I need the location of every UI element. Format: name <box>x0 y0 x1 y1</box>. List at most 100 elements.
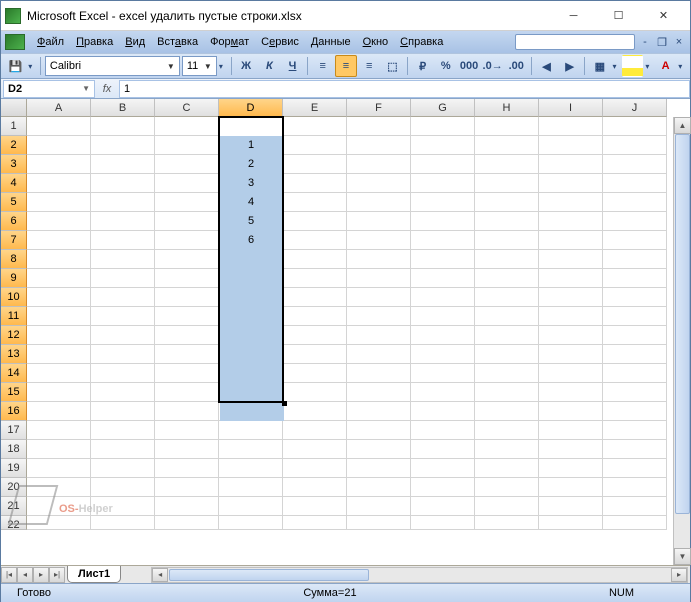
cell[interactable] <box>411 345 475 364</box>
horizontal-scroll-thumb[interactable] <box>169 569 369 581</box>
cell[interactable] <box>411 497 475 516</box>
cell[interactable] <box>91 231 155 250</box>
decrease-indent-button[interactable]: ◀ <box>536 55 557 77</box>
cell[interactable] <box>539 364 603 383</box>
column-header[interactable]: H <box>475 99 539 117</box>
cell[interactable] <box>539 478 603 497</box>
cell[interactable] <box>603 155 667 174</box>
cell[interactable] <box>603 174 667 193</box>
cell[interactable] <box>347 193 411 212</box>
cell[interactable] <box>539 269 603 288</box>
cell[interactable] <box>283 307 347 326</box>
cell[interactable] <box>91 136 155 155</box>
cell[interactable] <box>603 440 667 459</box>
cell[interactable] <box>539 117 603 136</box>
cell[interactable] <box>91 345 155 364</box>
column-header[interactable]: F <box>347 99 411 117</box>
cell[interactable] <box>475 326 539 345</box>
currency-button[interactable]: ₽ <box>412 55 433 77</box>
cell[interactable] <box>91 497 155 516</box>
menu-file[interactable]: Файл <box>31 34 70 50</box>
cell[interactable] <box>91 117 155 136</box>
cell[interactable] <box>411 136 475 155</box>
cell[interactable] <box>539 459 603 478</box>
toolbar-options-dropdown[interactable]: ▾ <box>28 62 36 71</box>
cell[interactable] <box>155 383 219 402</box>
cell[interactable] <box>155 402 219 421</box>
cell[interactable] <box>475 402 539 421</box>
cell[interactable] <box>91 402 155 421</box>
cell[interactable] <box>539 193 603 212</box>
cell[interactable] <box>155 231 219 250</box>
cell[interactable] <box>155 478 219 497</box>
sheet-tab-active[interactable]: Лист1 <box>67 566 121 583</box>
row-header[interactable]: 13 <box>1 345 27 364</box>
cell[interactable] <box>91 421 155 440</box>
cell[interactable] <box>603 402 667 421</box>
row-header[interactable]: 8 <box>1 250 27 269</box>
cell[interactable] <box>475 345 539 364</box>
cell[interactable] <box>539 307 603 326</box>
cell[interactable] <box>27 402 91 421</box>
row-header[interactable]: 19 <box>1 459 27 478</box>
cell[interactable] <box>219 516 283 530</box>
cell[interactable] <box>27 155 91 174</box>
cell[interactable] <box>155 117 219 136</box>
row-header[interactable]: 6 <box>1 212 27 231</box>
cell[interactable] <box>411 288 475 307</box>
cell[interactable] <box>155 440 219 459</box>
cell[interactable] <box>27 326 91 345</box>
fill-color-dropdown[interactable]: ▾ <box>645 62 653 71</box>
cell[interactable] <box>155 269 219 288</box>
vertical-scrollbar[interactable]: ▲ ▼ <box>673 117 690 565</box>
cell[interactable] <box>283 155 347 174</box>
cell[interactable] <box>603 231 667 250</box>
save-button[interactable]: 💾 <box>5 55 26 77</box>
cell[interactable] <box>27 231 91 250</box>
cell[interactable] <box>347 364 411 383</box>
cell[interactable] <box>475 136 539 155</box>
row-header[interactable]: 16 <box>1 402 27 421</box>
cell[interactable] <box>27 307 91 326</box>
cell[interactable] <box>411 478 475 497</box>
cell[interactable] <box>91 478 155 497</box>
font-size-select[interactable]: 11 ▼ <box>182 56 217 76</box>
menu-tools[interactable]: Сервис <box>255 34 305 50</box>
column-header[interactable]: B <box>91 99 155 117</box>
fill-color-button[interactable] <box>622 55 643 77</box>
cell[interactable] <box>283 364 347 383</box>
cell[interactable] <box>219 440 283 459</box>
cell[interactable] <box>475 193 539 212</box>
decrease-decimal-button[interactable]: .00 <box>506 55 527 77</box>
select-all-corner[interactable] <box>1 99 27 117</box>
cell[interactable] <box>475 440 539 459</box>
horizontal-scrollbar[interactable]: ◂ ▸ <box>151 567 688 583</box>
percent-button[interactable]: % <box>435 55 456 77</box>
minimize-button[interactable]: ─ <box>551 2 596 30</box>
increase-indent-button[interactable]: ▶ <box>559 55 580 77</box>
cell[interactable] <box>91 516 155 530</box>
cell[interactable] <box>91 155 155 174</box>
cell[interactable] <box>347 250 411 269</box>
cell[interactable] <box>539 345 603 364</box>
fill-handle[interactable] <box>282 401 287 406</box>
borders-button[interactable]: ▦ <box>589 55 610 77</box>
tab-last-button[interactable]: ▸| <box>49 567 65 583</box>
cell[interactable] <box>347 440 411 459</box>
cell[interactable] <box>347 212 411 231</box>
column-header[interactable]: G <box>411 99 475 117</box>
cell[interactable] <box>27 516 91 530</box>
row-header[interactable]: 18 <box>1 440 27 459</box>
cell[interactable] <box>603 345 667 364</box>
cell[interactable] <box>411 516 475 530</box>
name-box[interactable]: D2 ▼ <box>3 80 95 98</box>
cell[interactable] <box>219 478 283 497</box>
cell[interactable] <box>91 459 155 478</box>
excel-icon[interactable] <box>5 34 25 50</box>
cell[interactable] <box>347 326 411 345</box>
cell[interactable] <box>411 307 475 326</box>
cell[interactable] <box>475 383 539 402</box>
cell[interactable] <box>27 250 91 269</box>
cell[interactable] <box>539 212 603 231</box>
tab-prev-button[interactable]: ◂ <box>17 567 33 583</box>
